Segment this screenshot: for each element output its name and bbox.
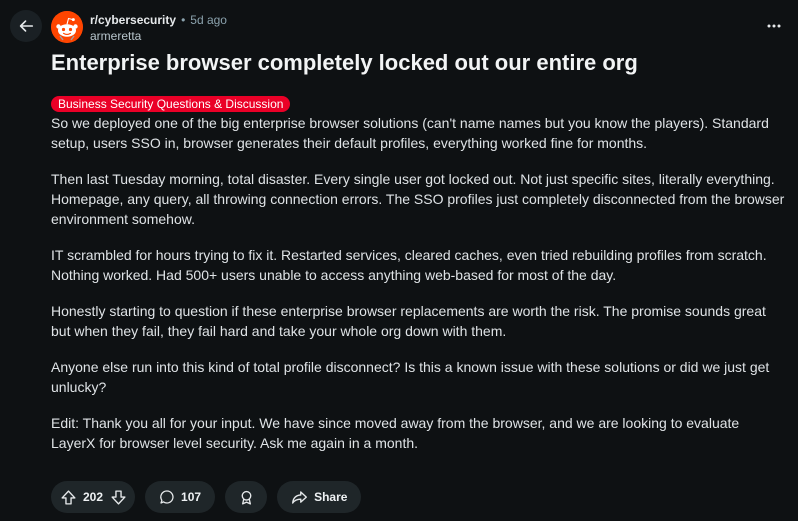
subreddit-link[interactable]: r/cybersecurity	[90, 12, 176, 28]
more-options-button[interactable]	[762, 14, 786, 38]
share-label: Share	[314, 490, 348, 504]
more-options-icon	[767, 24, 781, 28]
post-meta-top: r/cybersecurity • 5d ago	[90, 12, 227, 28]
vote-count: 202	[83, 490, 104, 504]
post-paragraph: So we deployed one of the big enterprise…	[51, 115, 769, 151]
post-actions: 202 107 Share	[51, 481, 362, 513]
post-flair[interactable]: Business Security Questions & Discussion	[51, 96, 291, 112]
post-title: Enterprise browser completely locked out…	[51, 50, 638, 75]
award-icon	[241, 490, 251, 505]
subreddit-avatar[interactable]	[51, 11, 83, 43]
post-body: So we deployed one of the big enterprise…	[51, 113, 786, 469]
share-icon	[292, 490, 308, 504]
back-arrow-icon	[19, 20, 34, 32]
comments-button[interactable]: 107	[145, 481, 216, 513]
award-button[interactable]	[225, 481, 268, 513]
reddit-snoo-icon	[51, 11, 83, 43]
upvote-button[interactable]	[57, 486, 79, 508]
back-button[interactable]	[10, 10, 42, 42]
meta-separator: •	[181, 13, 186, 27]
post-paragraph: Honestly starting to question if these e…	[51, 303, 766, 339]
post-paragraph: Edit: Thank you all for your input. We h…	[51, 415, 740, 451]
post-paragraph: Anyone else run into this kind of total …	[51, 359, 770, 395]
post-paragraph: Then last Tuesday morning, total disaste…	[51, 171, 785, 227]
share-button[interactable]: Share	[277, 481, 362, 513]
comment-count: 107	[181, 490, 202, 504]
downvote-icon	[110, 489, 126, 505]
upvote-icon	[60, 489, 76, 505]
post-meta: r/cybersecurity • 5d ago armeretta	[90, 12, 227, 44]
post-paragraph: IT scrambled for hours trying to fix it.…	[51, 247, 767, 283]
comment-icon	[160, 490, 174, 504]
author-link[interactable]: armeretta	[90, 28, 227, 44]
vote-control: 202	[51, 481, 136, 513]
post-page: r/cybersecurity • 5d ago armeretta Enter…	[0, 0, 798, 521]
downvote-button[interactable]	[107, 486, 129, 508]
post-age: 5d ago	[190, 13, 227, 27]
